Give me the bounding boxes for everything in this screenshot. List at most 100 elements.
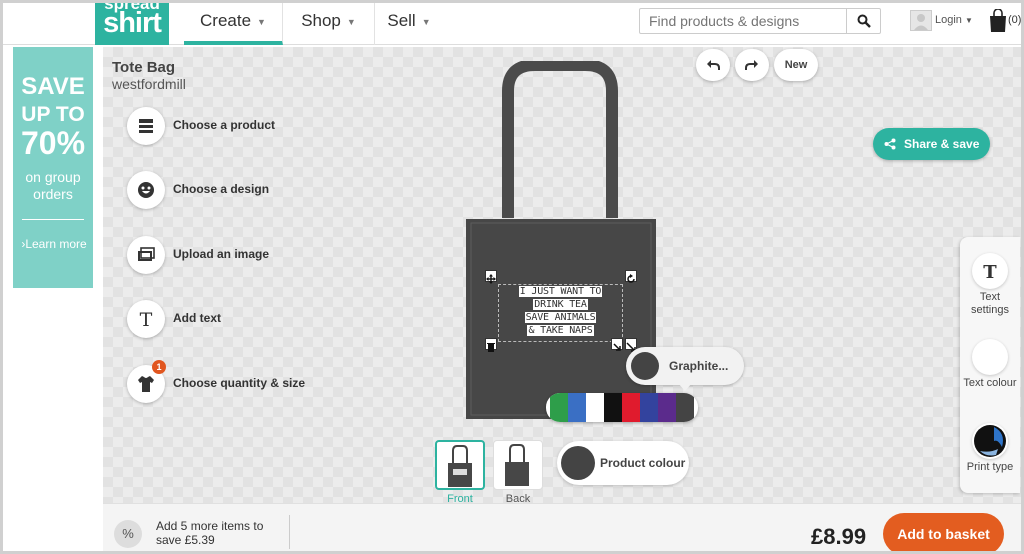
design-text-line: & TAKE NAPS: [527, 325, 594, 336]
share-save-button[interactable]: Share & save: [873, 128, 990, 160]
undo-button[interactable]: [696, 49, 730, 81]
rotate-handle-icon[interactable]: [625, 270, 637, 283]
product-icon: [127, 107, 165, 145]
promo-line-on-group: on group: [25, 169, 81, 185]
share-icon: [884, 138, 896, 150]
step-badge: 1: [152, 360, 166, 374]
step-label: Upload an image: [173, 247, 270, 261]
chevron-down-icon: ▼: [421, 16, 431, 27]
swatch-purple[interactable]: [658, 393, 676, 422]
savings-line-1: Add 5 more items to: [156, 519, 264, 533]
basket-count: (0): [1008, 14, 1022, 26]
text-colour-tool[interactable]: Text colour: [960, 339, 1020, 390]
nav-sell-label: Sell: [387, 11, 416, 30]
move-handle-icon[interactable]: [485, 270, 497, 284]
design-text-box[interactable]: I JUST WANT TO DRINK TEA SAVE ANIMALS & …: [498, 284, 623, 342]
step-label: Choose a design: [173, 182, 270, 196]
chevron-down-icon: ▼: [346, 16, 356, 27]
selected-colour-dot: [631, 352, 659, 380]
resize-handle-icon[interactable]: [611, 338, 623, 351]
swatch-red[interactable]: [622, 393, 640, 422]
promo-percent: 70%: [20, 125, 86, 161]
design-text-line: DRINK TEA: [533, 299, 588, 310]
savings-line-2: save £5.39: [156, 533, 215, 547]
front-view-thumbnail[interactable]: [435, 440, 485, 490]
promo-line-orders: orders: [33, 186, 73, 202]
colour-tooltip: Graphite...: [626, 347, 744, 391]
nav-create[interactable]: Create ▼: [184, 3, 283, 45]
bar-divider: [289, 515, 290, 549]
design-text-line: SAVE ANIMALS: [524, 312, 597, 323]
print-type-icon: [972, 423, 1008, 459]
promo-description: on group orders: [13, 169, 93, 203]
tote-front-thumb: [448, 445, 472, 487]
tooltip-label: Graphite...: [669, 359, 729, 373]
product-title: Tote Bag: [112, 59, 176, 76]
group-order-promo[interactable]: SAVE UP TO 70% on group orders ›Learn mor…: [13, 47, 93, 288]
nav-create-label: Create: [200, 11, 252, 30]
undo-icon: [707, 60, 720, 70]
redo-icon: [745, 60, 758, 70]
step-label: Choose a product: [173, 118, 276, 132]
swatch-graphite[interactable]: [676, 393, 694, 422]
swatch-green[interactable]: [550, 393, 568, 422]
app-frame: spread shirt Create ▼ Shop ▼ Sell ▼ Login ▼…: [0, 0, 1024, 554]
tool-label: Print type: [966, 461, 1014, 473]
upload-icon: [127, 236, 165, 274]
logo-main-text: shirt: [103, 7, 162, 39]
tool-label: Text settings: [971, 291, 1009, 316]
group-savings-text: Add 5 more items to save £5.39: [156, 519, 263, 547]
learn-more-label: Learn more: [25, 237, 87, 251]
print-type-tool[interactable]: Print type: [960, 423, 1020, 474]
top-navigation: spread shirt Create ▼ Shop ▼ Sell ▼ Login ▼…: [3, 3, 1021, 45]
swatch-navy[interactable]: [640, 393, 658, 422]
nav-shop-label: Shop: [301, 11, 341, 30]
learn-more-link[interactable]: ›Learn more: [17, 237, 91, 251]
swatch-white[interactable]: [586, 393, 604, 422]
svg-text:T: T: [140, 309, 153, 329]
text-settings-tool[interactable]: T Text settings: [960, 253, 1020, 317]
nav-shop[interactable]: Shop ▼: [283, 3, 375, 45]
svg-text:T: T: [983, 262, 997, 283]
user-icon: [914, 14, 928, 30]
product-brand: westfordmill: [112, 76, 186, 92]
spreadshirt-logo[interactable]: spread shirt: [95, 3, 169, 45]
tooltip-arrow: [678, 383, 692, 391]
delete-handle-icon[interactable]: [485, 338, 497, 352]
nav-sell[interactable]: Sell ▼: [375, 3, 443, 45]
basket-button[interactable]: (0): [989, 9, 1022, 33]
back-view-thumbnail[interactable]: [493, 440, 543, 490]
redo-button[interactable]: [735, 49, 769, 81]
step-label: Choose quantity & size: [173, 376, 306, 390]
tote-back-thumb: [505, 444, 529, 486]
new-design-button[interactable]: New: [774, 49, 818, 81]
chevron-down-icon: ▼: [257, 16, 266, 27]
product-colour-button[interactable]: Product colour: [557, 441, 689, 485]
swatch-black[interactable]: [604, 393, 622, 422]
avatar: [910, 10, 932, 31]
swatch-blue[interactable]: [568, 393, 586, 422]
add-to-basket-button[interactable]: Add to basket: [883, 513, 1004, 551]
text-colour-swatch: [972, 339, 1008, 375]
text-icon: T: [127, 300, 165, 338]
promo-divider: [22, 219, 84, 220]
text-settings-icon: T: [972, 253, 1008, 289]
search-input[interactable]: [640, 9, 848, 33]
text-tools-panel: T Text settings Text colour Print type: [960, 237, 1020, 493]
product-price: £8.99: [811, 524, 867, 549]
tool-label: Text colour: [963, 377, 1017, 389]
search-box: [639, 8, 881, 34]
step-label: Add text: [173, 311, 221, 325]
search-icon: [857, 14, 871, 28]
smiley-icon: [127, 171, 165, 209]
percent-icon: %: [114, 520, 142, 548]
promo-up-to: UP TO: [21, 103, 85, 126]
search-button[interactable]: [846, 9, 880, 33]
chevron-down-icon: ▼: [964, 16, 973, 25]
shopping-bag-icon: [990, 9, 1006, 32]
login-label: Login: [935, 14, 962, 26]
promo-save: SAVE: [21, 73, 85, 100]
product-colour-label: Product colour: [600, 456, 686, 470]
design-text-line: I JUST WANT TO: [518, 286, 603, 297]
colour-swatch-strip: [546, 393, 698, 422]
